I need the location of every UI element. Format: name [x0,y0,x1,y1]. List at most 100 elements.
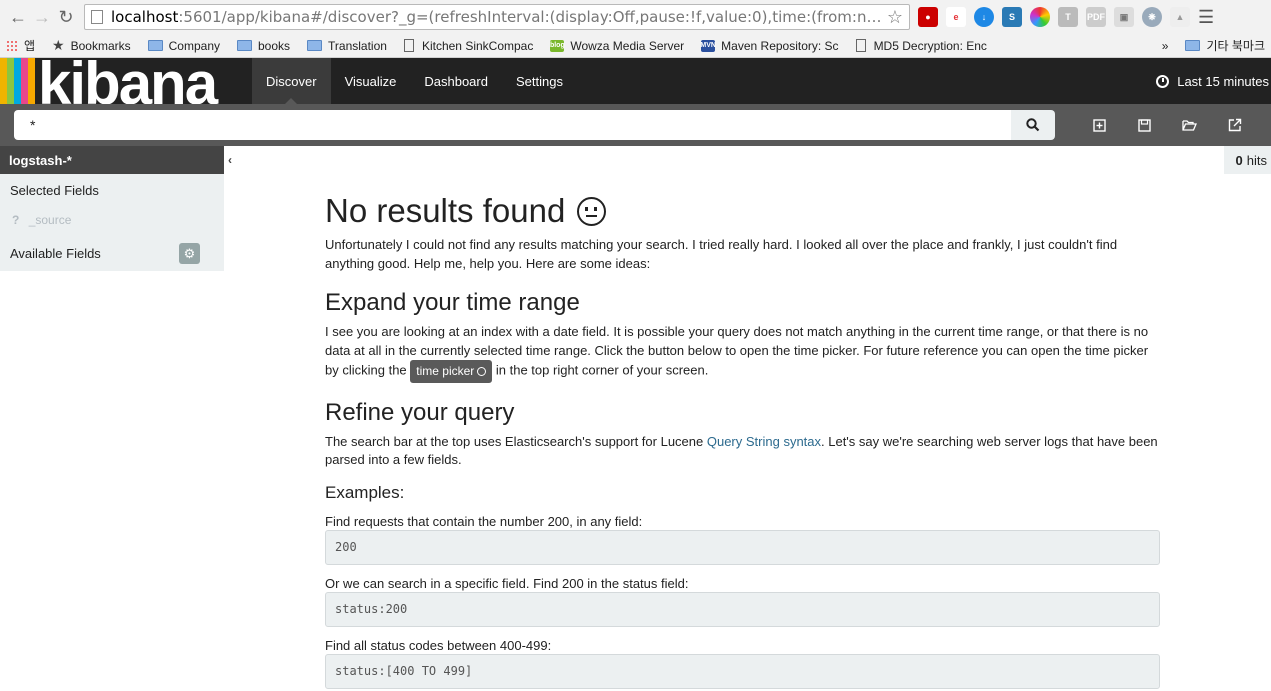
bookmark-translation[interactable]: Translation [307,39,387,53]
extension-icon[interactable]: ● [918,7,938,27]
time-picker-label: time picker [416,364,475,378]
example-label: Find all status codes between 400-499: [325,637,552,653]
discover-toolbar [1077,110,1257,140]
index-pattern-label: logstash-* [9,152,72,168]
discover-body: logstash-* ‹ Selected Fields ? _source A… [0,146,1271,691]
url-path: :5601/app/kibana#/discover?_g=(refreshIn… [178,8,883,26]
intro-text: Unfortunately I could not find any resul… [325,237,1118,271]
bookmark-label: Maven Repository: Sc [721,38,839,53]
bookmark-label: Kitchen SinkCompac [421,38,534,53]
address-bar[interactable]: localhost:5601/app/kibana#/discover?_g=(… [84,4,910,30]
bookmark-label: Wowza Media Server [570,38,685,53]
extensions: ● e ↓ S T PDF ▣ ❋ ▲ [918,7,1190,27]
bookmark-kitchen-sink[interactable]: Kitchen SinkCompac [403,38,534,53]
page-icon [855,39,866,52]
share-search-button[interactable] [1212,110,1257,140]
bookmark-company[interactable]: Company [147,38,220,53]
bookmark-books[interactable]: books [237,39,290,53]
hits-count: 0 [1235,152,1243,168]
bookmark-label: Bookmarks [70,38,131,53]
search-button[interactable] [1010,110,1055,140]
source-field-label: _source [28,213,72,227]
ebay-extension-icon[interactable]: e [946,7,966,27]
refine-query-heading: Refine your query [325,398,515,426]
example-code: 200 [325,529,1160,565]
collapse-sidebar-icon[interactable]: ‹ [224,146,236,174]
new-search-button[interactable] [1077,110,1122,140]
expand-time-heading: Expand your time range [325,289,580,316]
bookmark-label: books [258,38,291,53]
clock-icon [477,367,487,376]
time-picker-button[interactable]: time picker [410,360,493,383]
reload-icon[interactable]: ↻ [54,5,78,29]
expand-text-part-2: in the top right corner of your screen. [492,362,709,378]
hits-counter: 0 hits [1224,146,1271,174]
extension-icon[interactable]: ▲ [1170,7,1190,27]
mvn-icon: MVN [700,39,716,52]
folder-icon [237,40,252,51]
kibana-logo[interactable]: kibana [0,58,232,104]
tab-discover[interactable]: Discover [252,58,331,104]
extension-icon[interactable]: ▣ [1114,7,1134,27]
folder-open-icon [1182,120,1197,131]
search-input[interactable] [14,110,1011,140]
bookmark-wowza[interactable]: blog Wowza Media Server [550,39,684,53]
query-string-syntax-link[interactable]: Query String syntax [707,434,821,449]
bookmark-maven[interactable]: MVN Maven Repository: Sc [700,38,839,53]
open-search-button[interactable] [1167,110,1212,140]
bookmark-md5[interactable]: MD5 Decryption: Enc [855,38,987,53]
gear-icon[interactable]: ⚙ [179,243,200,264]
bookmark-star-icon[interactable]: ☆ [887,7,903,28]
extension-icon[interactable]: ❋ [1142,7,1162,27]
folder-icon [307,40,323,51]
more-bookmarks-button[interactable]: » [1162,39,1169,53]
time-range-label: Last 15 minutes [1177,73,1269,89]
no-results-title: No results found [325,192,566,229]
folder-icon [147,40,163,51]
page-title: No results found [325,192,1160,230]
extension-icon[interactable]: S [1002,7,1022,27]
examples-heading: Examples: [325,482,405,502]
bookmark-bookmarks[interactable]: ★ Bookmarks [52,37,131,54]
no-results-panel: No results found Unfortunately I could n… [325,146,1160,689]
apps-icon [6,39,18,52]
example-label: Or we can search in a specific field. Fi… [325,575,689,591]
bookmark-label: Company [168,38,220,53]
extension-icon[interactable]: T [1058,7,1078,27]
index-pattern-header[interactable]: logstash-* ‹ [0,146,236,174]
refine-text-part-1: The search bar at the top uses Elasticse… [325,433,707,449]
bookmark-label: 기타 북마크 [1206,39,1265,53]
other-bookmarks[interactable]: 기타 북마크 [1185,37,1265,54]
bookmark-apps[interactable]: 앱 [6,37,35,54]
expand-time-text: I see you are looking at an index with a… [325,323,1160,383]
hits-label: hits [1246,152,1267,168]
browser-toolbar: ← → ↻ localhost:5601/app/kibana#/discove… [0,0,1271,34]
page-icon [91,10,103,24]
source-field[interactable]: ? _source [0,207,224,236]
tab-dashboard[interactable]: Dashboard [410,58,502,104]
back-arrow-icon[interactable]: ← [6,5,30,29]
page-icon [403,39,414,52]
pdf-extension-icon[interactable]: PDF [1086,7,1106,27]
example-code: status:[400 TO 499] [325,653,1160,689]
forward-arrow-icon[interactable]: → [30,5,54,29]
available-fields-row: Available Fields ⚙ [0,236,224,271]
tab-settings[interactable]: Settings [502,58,577,104]
menu-icon[interactable]: ☰ [1198,7,1214,28]
color-extension-icon[interactable] [1030,7,1050,27]
example-code: status:200 [325,591,1160,627]
example-label: Find requests that contain the number 20… [325,513,643,529]
logo-wordmark: kibana [38,58,218,104]
tab-visualize[interactable]: Visualize [331,58,411,104]
bookmark-label: MD5 Decryption: Enc [873,38,987,53]
clock-icon [1156,74,1170,88]
download-extension-icon[interactable]: ↓ [974,7,994,27]
field-sidebar: logstash-* ‹ Selected Fields ? _source A… [0,146,236,271]
share-icon [1228,118,1241,132]
refine-query-text: The search bar at the top uses Elasticse… [325,433,1160,470]
bookmark-label: 앱 [24,39,36,53]
available-fields-heading: Available Fields [10,246,101,261]
search-bar [0,104,1271,146]
time-picker-link[interactable]: Last 15 minutes [1156,58,1269,104]
save-search-button[interactable] [1122,110,1167,140]
